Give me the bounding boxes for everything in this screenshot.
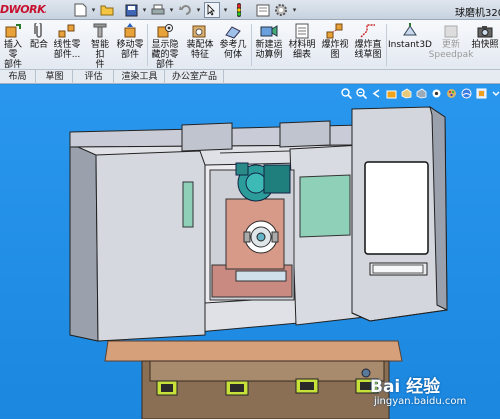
- motion-study-icon: [258, 22, 280, 40]
- tab-layout[interactable]: 布局: [0, 70, 36, 84]
- ribbon-separator: [147, 24, 148, 66]
- mate-paperclip-icon: [28, 22, 50, 40]
- bill-of-materials-button[interactable]: 材料明 细表: [288, 22, 316, 60]
- ribbon-separator: [251, 24, 252, 66]
- open-folder-icon[interactable]: [99, 2, 115, 18]
- linear-pattern-icon: [56, 22, 78, 40]
- chevron-down-icon[interactable]: ▾: [168, 2, 175, 18]
- app-logo: DWORKS: [0, 3, 46, 16]
- rebuild-icon[interactable]: [231, 2, 247, 18]
- exploded-view-icon: [324, 22, 346, 40]
- bill-of-materials-icon: [291, 22, 313, 40]
- graphics-viewport[interactable]: Bai 经验 jingyan.baidu.com: [0, 85, 500, 419]
- update-speedpak-button[interactable]: 更新 Speedpak: [429, 22, 473, 60]
- show-hidden-components-button[interactable]: 显示隐 藏的零 部件: [150, 22, 180, 70]
- exploded-view-button[interactable]: 爆炸视 图: [320, 22, 350, 60]
- print-icon[interactable]: [150, 2, 166, 18]
- insert-component-icon: [2, 22, 24, 40]
- tab-evaluate[interactable]: 评估: [74, 70, 114, 84]
- chevron-down-icon[interactable]: ▾: [195, 2, 202, 18]
- smart-fastener-icon: [89, 22, 111, 40]
- reference-geometry-button[interactable]: 参考几 何体: [218, 22, 248, 60]
- undo-icon[interactable]: [177, 2, 193, 18]
- options-gear-icon[interactable]: [273, 2, 289, 18]
- document-title: 球磨机320.S: [455, 8, 500, 19]
- tab-render-tools[interactable]: 渲染工具: [115, 70, 165, 84]
- speedpak-icon: [440, 22, 462, 40]
- new-document-icon[interactable]: [72, 2, 88, 18]
- linear-component-pattern-button[interactable]: 线性零 部件...: [53, 22, 81, 60]
- chevron-down-icon[interactable]: ▾: [141, 2, 148, 18]
- machine-base: [104, 340, 403, 419]
- assembly-features-icon: [189, 22, 211, 40]
- move-component-icon: [119, 22, 141, 40]
- title-bar: DWORKS ▾ ▾ ▾ ▾ ▾ ▾: [0, 0, 500, 20]
- tab-sketch[interactable]: 草图: [37, 70, 73, 84]
- baidu-jingyan-watermark: Bai 经验 jingyan.baidu.com: [370, 377, 467, 407]
- file-properties-icon[interactable]: [255, 2, 271, 18]
- quick-access-toolbar: ▾ ▾ ▾ ▾ ▾ ▾: [72, 2, 298, 18]
- chevron-down-icon[interactable]: ▾: [90, 2, 97, 18]
- explode-line-sketch-button[interactable]: 爆炸直 线草图: [353, 22, 383, 60]
- smart-fasteners-button[interactable]: 智能扣 件: [87, 22, 113, 70]
- show-hidden-icon: [154, 22, 176, 40]
- move-component-button[interactable]: 移动零 部件: [116, 22, 144, 60]
- chevron-down-icon[interactable]: ▾: [222, 2, 229, 18]
- explode-line-sketch-icon: [357, 22, 379, 40]
- command-tabs: 布局 草图 评估 渲染工具 办公室产品: [0, 70, 500, 84]
- assembly-features-button[interactable]: 装配体 特征: [185, 22, 215, 60]
- reference-geometry-icon: [222, 22, 244, 40]
- take-snapshot-button[interactable]: 拍快照: [470, 22, 500, 50]
- machine-work-area: [209, 162, 295, 301]
- chevron-down-icon[interactable]: ▾: [291, 2, 298, 18]
- select-cursor-icon[interactable]: [204, 2, 220, 18]
- command-manager-ribbon: 插入零 部件 配合 线性零 部件... 智能扣 件 移动零 部件 显示隐 藏的零…: [0, 20, 500, 70]
- tab-office-products[interactable]: 办公室产品: [166, 70, 224, 84]
- insert-component-button[interactable]: 插入零 部件: [0, 22, 26, 70]
- mate-button[interactable]: 配合: [28, 22, 50, 50]
- camera-icon: [474, 22, 496, 40]
- ribbon-separator: [386, 24, 387, 66]
- instant3d-button[interactable]: Instant3D: [388, 22, 432, 50]
- instant3d-icon: [399, 22, 421, 40]
- save-icon[interactable]: [123, 2, 139, 18]
- new-motion-study-button[interactable]: 新建运 动算例: [253, 22, 285, 60]
